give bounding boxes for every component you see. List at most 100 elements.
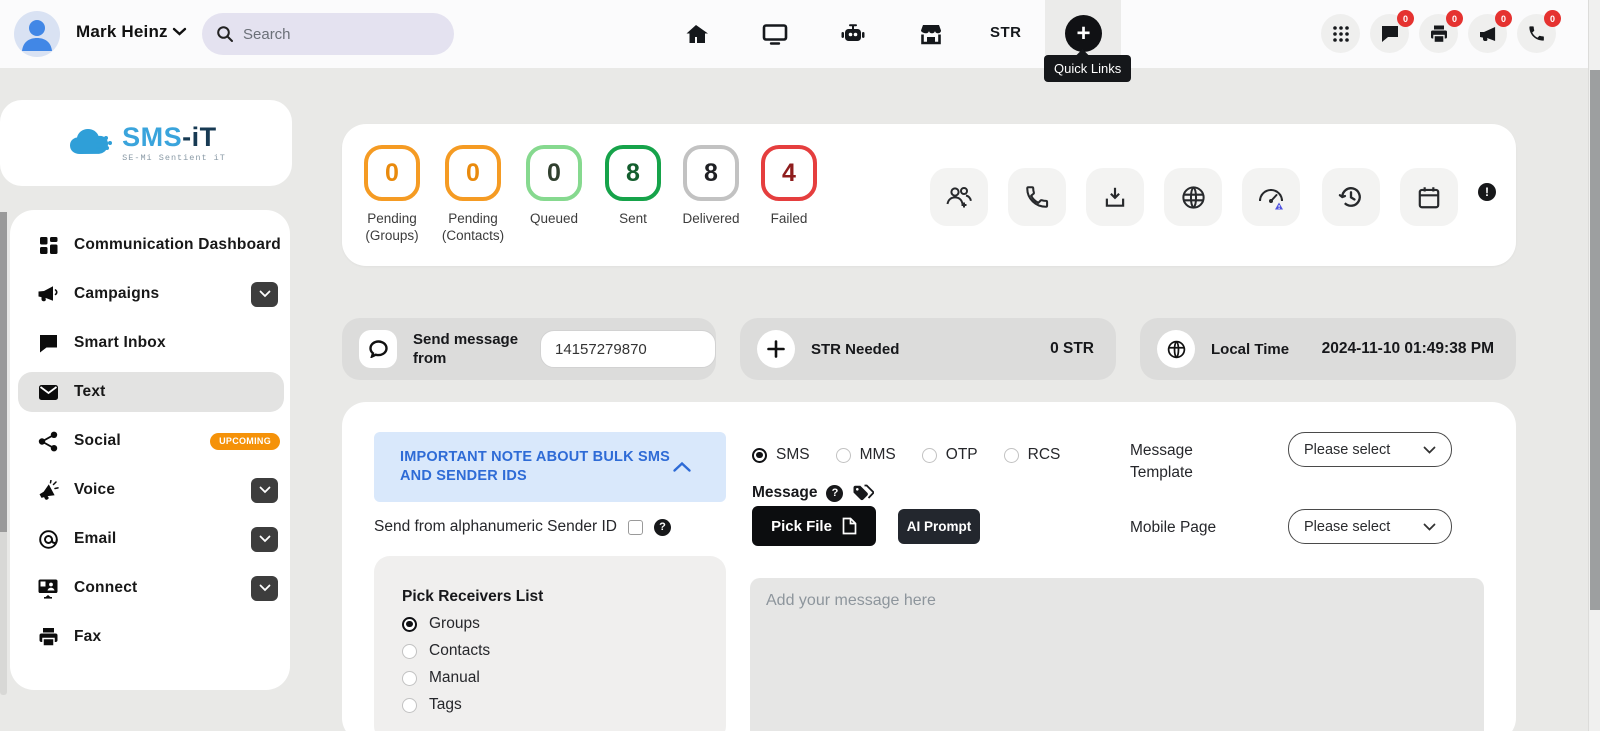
globe-icon [1157,330,1195,368]
pick-file-button[interactable]: Pick File [752,506,876,546]
str-needed-value: 0 STR [1050,340,1094,357]
import-button[interactable] [1086,168,1144,226]
str-topbar-label[interactable]: STR [990,24,1022,41]
main-scrollbar-thumb[interactable] [1590,70,1600,610]
sidebar-scrollbar[interactable] [0,212,7,695]
apps-grid-button[interactable] [1321,14,1360,53]
history-button[interactable] [1322,168,1380,226]
compose-card: IMPORTANT NOTE ABOUT BULK SMS AND SENDER… [342,402,1516,731]
help-icon[interactable]: ? [826,484,844,502]
send-from-card: Send message from [342,318,716,380]
gauge-alert-button[interactable] [1242,168,1300,226]
stats-card: 0 Pending (Groups) 0 Pending (Contacts) … [342,124,1516,266]
type-option-otp[interactable]: OTP [921,446,978,464]
help-icon[interactable]: ? [653,518,671,536]
robot-icon[interactable] [839,20,867,48]
dashboard-grid-icon [36,235,60,256]
phone-button[interactable]: 0 [1517,10,1561,53]
chevron-down-icon [1423,446,1436,454]
alert-icon[interactable]: ! [1478,183,1496,201]
phone-icon [1024,184,1050,210]
message-label: Message [752,484,818,501]
message-textarea[interactable] [750,578,1484,731]
sidebar-scrollbar-thumb[interactable] [0,212,7,532]
chevron-down-icon[interactable] [251,477,278,503]
sidebar-item-smart-inbox[interactable]: Smart Inbox [18,323,284,363]
sidebar-item-text[interactable]: Text [18,372,284,412]
globe-button[interactable] [1164,168,1222,226]
stat-queued: 0 Queued [509,145,599,227]
at-icon [36,529,60,550]
user-name[interactable]: Mark Heinz [76,22,168,42]
radio-manual[interactable] [402,670,417,686]
call-button[interactable] [1008,168,1066,226]
stat-sent: 8 Sent [588,145,678,227]
sidebar-item-communication-dashboard[interactable]: Communication Dashboard [18,225,284,265]
sidebar-item-social[interactable]: Social UPCOMING [18,421,284,461]
ai-prompt-button[interactable]: AI Prompt [898,509,980,544]
str-needed-label: STR Needed [811,340,900,358]
sidebar-item-email[interactable]: Email [18,519,284,559]
mobile-page-select[interactable]: Please select [1288,509,1452,544]
radio-mms[interactable] [835,447,851,463]
sidebar-item-connect[interactable]: Connect [18,568,284,608]
type-option-rcs[interactable]: RCS [1003,446,1060,464]
gauge-alert-icon [1256,183,1286,211]
chevron-down-icon[interactable] [172,27,187,37]
radio-tags[interactable] [402,697,417,713]
chevron-down-icon[interactable] [251,575,278,601]
sidebar-item-fax[interactable]: Fax [18,617,284,657]
radio-sms[interactable] [752,447,767,463]
message-type-row: SMS MMS OTP RCS [752,446,1060,464]
radio-contacts[interactable] [402,643,417,659]
search-bar[interactable] [202,13,454,55]
calendar-icon [1416,184,1442,211]
logo-title: SMS-iT [122,121,217,152]
receivers-option-tags[interactable]: Tags [402,696,726,714]
search-icon [216,25,234,43]
sidebar-item-voice[interactable]: Voice [18,470,284,510]
sidebar-item-campaigns[interactable]: Campaigns [18,274,284,314]
chat-button[interactable]: 0 [1370,10,1414,53]
campaigns-button[interactable]: 0 [1468,10,1512,53]
chevron-down-icon[interactable] [251,526,278,552]
search-input[interactable] [243,25,423,43]
chat-bubble-icon [359,330,397,368]
type-option-sms[interactable]: SMS [752,446,810,464]
bulk-sms-note-text: IMPORTANT NOTE ABOUT BULK SMS AND SENDER… [400,449,671,484]
stat-pending-contacts: 0 Pending (Contacts) [428,145,518,244]
megaphone-icon [1478,24,1498,44]
add-contacts-button[interactable] [930,168,988,226]
home-icon[interactable] [683,20,711,48]
message-template-select[interactable]: Please select [1288,432,1452,467]
receivers-option-manual[interactable]: Manual [402,669,726,687]
tags-icon[interactable] [852,484,875,502]
radio-otp[interactable] [921,447,937,463]
logo-subtitle: SE-Mi Sentient iT [122,152,226,163]
message-template-label: Message Template [1130,442,1193,481]
upcoming-badge: UPCOMING [210,432,280,450]
send-from-input[interactable] [540,330,716,368]
store-icon[interactable] [917,20,945,48]
quick-links-button[interactable]: + [1065,15,1102,52]
chevron-up-icon[interactable] [672,461,692,473]
bulk-sms-note[interactable]: IMPORTANT NOTE ABOUT BULK SMS AND SENDER… [374,432,726,502]
monitor-user-icon [36,578,60,599]
calendar-button[interactable] [1400,168,1458,226]
monitor-icon[interactable] [761,20,789,48]
chat-badge: 0 [1397,10,1414,27]
stat-pending-groups: 0 Pending (Groups) [347,145,437,244]
avatar[interactable] [14,11,60,57]
chevron-down-icon[interactable] [251,281,278,307]
radio-rcs[interactable] [1003,447,1019,463]
receivers-title: Pick Receivers List [402,588,544,605]
receivers-option-groups[interactable]: Groups [402,615,726,633]
mobile-page-label: Mobile Page [1130,519,1217,536]
globe-icon [1180,184,1207,211]
main-scrollbar[interactable] [1588,0,1600,731]
type-option-mms[interactable]: MMS [835,446,896,464]
receivers-option-contacts[interactable]: Contacts [402,642,726,660]
sender-id-checkbox[interactable] [627,519,643,535]
fax-button[interactable]: 0 [1419,10,1463,53]
radio-groups[interactable] [402,616,417,632]
